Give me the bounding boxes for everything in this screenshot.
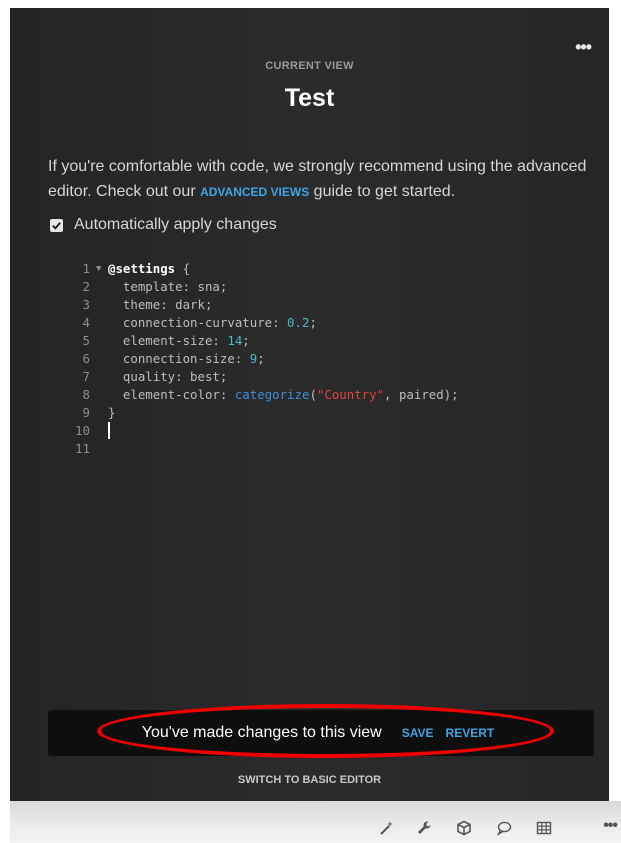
code-line: 4 connection-curvature: 0.2;: [70, 314, 459, 332]
bottom-toolbar: •••: [10, 801, 621, 843]
code-text: theme: dark;: [108, 297, 213, 312]
line-number: 6: [82, 351, 90, 366]
unsaved-changes-message: You've made changes to this view: [141, 724, 382, 741]
code-line: 10: [70, 422, 459, 440]
intro-text: If you're comfortable with code, we stro…: [48, 154, 588, 205]
line-number: 5: [82, 333, 90, 348]
code-line: 11: [70, 440, 459, 458]
code-function: categorize: [234, 387, 310, 402]
code-text: }: [108, 405, 116, 420]
code-keyword: @settings: [108, 261, 176, 276]
more-options-icon[interactable]: •••: [575, 38, 592, 56]
code-text: element-size:: [108, 333, 228, 348]
unsaved-changes-bar: You've made changes to this view SAVE RE…: [48, 710, 594, 756]
text-cursor: [108, 422, 110, 439]
current-view-caption: CURRENT VIEW: [265, 60, 354, 72]
wrench-icon[interactable]: [415, 819, 433, 837]
advanced-editor-panel: ••• CURRENT VIEW Test If you're comforta…: [10, 8, 609, 801]
code-line: 8 element-color: categorize("Country", p…: [70, 386, 459, 404]
code-line: 2 template: sna;: [70, 278, 459, 296]
line-number: 10: [75, 423, 90, 438]
code-line: 7 quality: best;: [70, 368, 459, 386]
intro-text-after: guide to get started.: [309, 183, 456, 200]
view-title: Test: [284, 84, 335, 112]
code-text: quality: best;: [108, 369, 228, 384]
line-number: 11: [75, 441, 90, 456]
line-number: 3: [82, 297, 90, 312]
code-line: 3 theme: dark;: [70, 296, 459, 314]
code-number: 9: [249, 351, 258, 366]
code-line: 5 element-size: 14;: [70, 332, 459, 350]
table-icon[interactable]: [535, 819, 553, 837]
line-number: 2: [82, 279, 90, 294]
code-text: element-color:: [108, 387, 235, 402]
line-number: 1: [82, 261, 90, 276]
more-icon[interactable]: •••: [603, 818, 618, 834]
code-text: ;: [257, 351, 265, 366]
line-number: 7: [82, 369, 90, 384]
code-number: 0.2: [287, 315, 310, 330]
magic-wand-icon[interactable]: [377, 819, 395, 837]
line-number: 8: [82, 387, 90, 402]
code-editor[interactable]: 1 ▼ @settings { 2 template: sna; 3 theme: …: [70, 260, 459, 458]
code-text: {: [175, 261, 191, 276]
auto-apply-row[interactable]: Automatically apply changes: [50, 216, 277, 234]
code-text: ;: [242, 333, 250, 348]
code-text: , paired);: [384, 387, 459, 402]
switch-to-basic-editor-link[interactable]: SWITCH TO BASIC EDITOR: [10, 774, 609, 786]
save-button[interactable]: SAVE: [402, 726, 434, 740]
line-number: 4: [82, 315, 90, 330]
cube-icon[interactable]: [455, 819, 473, 837]
line-number: 9: [82, 405, 90, 420]
code-number: 14: [227, 333, 243, 348]
auto-apply-label: Automatically apply changes: [74, 216, 277, 233]
code-text: connection-size:: [108, 351, 250, 366]
code-line: 6 connection-size: 9;: [70, 350, 459, 368]
auto-apply-checkbox[interactable]: [50, 218, 63, 232]
advanced-views-link[interactable]: ADVANCED VIEWS: [200, 185, 309, 199]
code-line: 1 ▼ @settings {: [70, 260, 459, 278]
check-icon: [52, 221, 61, 230]
code-text: (: [309, 387, 317, 402]
comment-icon[interactable]: [495, 819, 513, 837]
code-text: connection-curvature:: [108, 315, 288, 330]
code-string: "Country": [316, 387, 385, 402]
revert-button[interactable]: REVERT: [446, 726, 495, 740]
fold-toggle-icon[interactable]: ▼: [96, 260, 108, 278]
code-text: ;: [309, 315, 317, 330]
code-line: 9}: [70, 404, 459, 422]
code-text: template: sna;: [108, 279, 228, 294]
